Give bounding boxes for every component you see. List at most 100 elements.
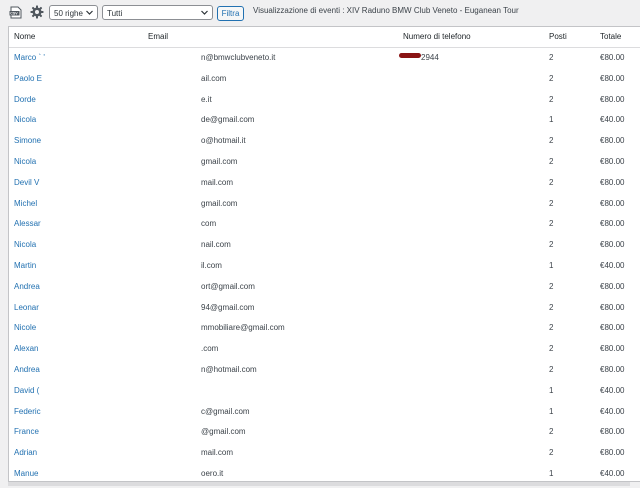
column-header-name[interactable]: Nome (14, 32, 35, 41)
table-row: Leonar 94@gmail.com 2 €80.00 (9, 298, 640, 319)
attendees-table: Nome Email Numero di telefono Posti Tota… (8, 26, 640, 482)
horizontal-scrollbar[interactable] (8, 482, 630, 486)
table-row: Nicola gmail.com 2 €80.00 (9, 152, 640, 173)
attendee-total: €80.00 (600, 344, 625, 354)
table-row: Federic c@gmail.com 1 €40.00 (9, 402, 640, 423)
table-row: Alexan .com 2 €80.00 (9, 339, 640, 360)
attendee-total: €40.00 (600, 469, 625, 478)
rows-per-page-select[interactable]: 50 righe (49, 5, 98, 20)
table-row: Martin il.com 1 €40.00 (9, 256, 640, 277)
table-row: Simone o@hotmail.it 2 €80.00 (9, 131, 640, 152)
column-header-seats[interactable]: Posti (549, 32, 567, 41)
attendee-seats: 2 (549, 448, 554, 458)
attendee-total: €80.00 (600, 94, 625, 104)
attendee-total: €80.00 (600, 427, 625, 437)
attendee-name-link[interactable]: Nicola (14, 157, 36, 166)
table-row: Devil V mail.com 2 €80.00 (9, 173, 640, 194)
page-title: Visualizzazione di eventi : XIV Raduno B… (253, 6, 519, 15)
attendee-total: €40.00 (600, 115, 625, 125)
attendee-total: €80.00 (600, 323, 625, 333)
attendee-email: il.com (201, 261, 222, 270)
attendee-email: n@bmwclubveneto.it (201, 53, 276, 62)
attendee-name-link[interactable]: Devil V (14, 178, 39, 187)
attendee-seats: 2 (549, 240, 554, 250)
attendee-name-link[interactable]: Marco ` ' (14, 53, 45, 62)
svg-text:CSV: CSV (10, 12, 18, 16)
table-row: Nicole mmobiliare@gmail.com 2 €80.00 (9, 318, 640, 339)
attendee-name-link[interactable]: Michel (14, 199, 37, 208)
attendee-email: .com (201, 344, 219, 354)
column-header-email[interactable]: Email (148, 32, 168, 41)
attendee-name-link[interactable]: Federic (14, 407, 41, 416)
attendee-name-link[interactable]: Martin (14, 261, 36, 270)
attendee-name-link[interactable]: Nicole (14, 323, 36, 332)
table-row: Adrian mail.com 2 €80.00 (9, 443, 640, 464)
attendee-email: de@gmail.com (201, 115, 255, 125)
attendee-email: c@gmail.com (201, 406, 250, 416)
attendee-seats: 2 (549, 365, 554, 374)
column-header-total[interactable]: Totale (600, 32, 621, 41)
table-row: Andrea ort@gmail.com 2 €80.00 (9, 277, 640, 298)
chevron-down-icon (86, 10, 93, 15)
attendee-total: €80.00 (600, 136, 625, 146)
attendee-seats: 2 (549, 344, 554, 354)
attendee-total: €80.00 (600, 53, 625, 62)
attendee-total: €80.00 (600, 448, 625, 458)
attendee-name-link[interactable]: Simone (14, 136, 41, 145)
attendee-total: €80.00 (600, 157, 625, 166)
attendee-name-link[interactable]: Dorde (14, 95, 36, 104)
attendee-name-link[interactable]: Alexan (14, 344, 38, 353)
attendee-seats: 1 (549, 385, 554, 395)
table-row: Dorde e.it 2 €80.00 (9, 90, 640, 111)
attendee-seats: 2 (549, 281, 554, 291)
attendee-seats: 2 (549, 302, 554, 312)
gear-icon[interactable] (30, 5, 44, 19)
attendee-name-link[interactable]: Alessar (14, 219, 41, 228)
table-row: Nicola de@gmail.com 1 €40.00 (9, 110, 640, 131)
column-header-phone[interactable]: Numero di telefono (403, 32, 471, 41)
attendee-total: €80.00 (600, 219, 625, 229)
attendee-total: €80.00 (600, 177, 625, 187)
attendee-name-link[interactable]: Andrea (14, 365, 40, 374)
table-row: Marco ` ' n@bmwclubveneto.it 2944 2 €80.00 (9, 48, 640, 69)
table-row: France @gmail.com 2 €80.00 (9, 422, 640, 443)
attendee-name-link[interactable]: David ( (14, 386, 39, 395)
attendee-email: mmobiliare@gmail.com (201, 323, 285, 333)
attendee-seats: 1 (549, 406, 554, 416)
attendee-name-link[interactable]: Andrea (14, 282, 40, 291)
attendee-email: gmail.com (201, 157, 238, 166)
csv-export-icon[interactable]: CSV (9, 6, 22, 19)
attendee-email: e.it (201, 94, 212, 104)
attendee-name-link[interactable]: Paolo E (14, 74, 42, 83)
attendee-seats: 2 (549, 198, 554, 208)
attendee-seats: 2 (549, 94, 554, 104)
attendee-seats: 1 (549, 115, 554, 125)
attendee-seats: 1 (549, 469, 554, 478)
attendee-seats: 2 (549, 219, 554, 229)
attendee-name-link[interactable]: Nicola (14, 115, 36, 124)
attendee-email: n@hotmail.com (201, 365, 257, 374)
attendee-name-link[interactable]: Manue (14, 469, 38, 478)
attendee-name-link[interactable]: Nicola (14, 240, 36, 249)
attendee-total: €80.00 (600, 198, 625, 208)
attendee-seats: 2 (549, 157, 554, 166)
attendee-email: oero.it (201, 469, 224, 478)
status-filter-value: Tutti (107, 9, 123, 18)
attendee-phone: 2944 (421, 53, 439, 62)
attendee-name-link[interactable]: Leonar (14, 303, 39, 312)
filter-button[interactable]: Filtra (217, 6, 244, 21)
attendee-name-link[interactable]: Adrian (14, 448, 37, 457)
table-row: Michel gmail.com 2 €80.00 (9, 194, 640, 215)
attendee-email: @gmail.com (201, 427, 246, 437)
table-row: Paolo E ail.com 2 €80.00 (9, 69, 640, 90)
chevron-down-icon (201, 10, 208, 15)
attendee-total: €80.00 (600, 302, 625, 312)
attendee-total: €40.00 (600, 261, 625, 270)
attendee-seats: 2 (549, 53, 554, 62)
attendee-total: €80.00 (600, 240, 625, 250)
status-filter-select[interactable]: Tutti (102, 5, 213, 20)
attendee-email: nail.com (201, 240, 231, 250)
attendee-name-link[interactable]: France (14, 427, 39, 436)
attendee-email: o@hotmail.it (201, 136, 246, 146)
attendee-total: €80.00 (600, 73, 625, 83)
